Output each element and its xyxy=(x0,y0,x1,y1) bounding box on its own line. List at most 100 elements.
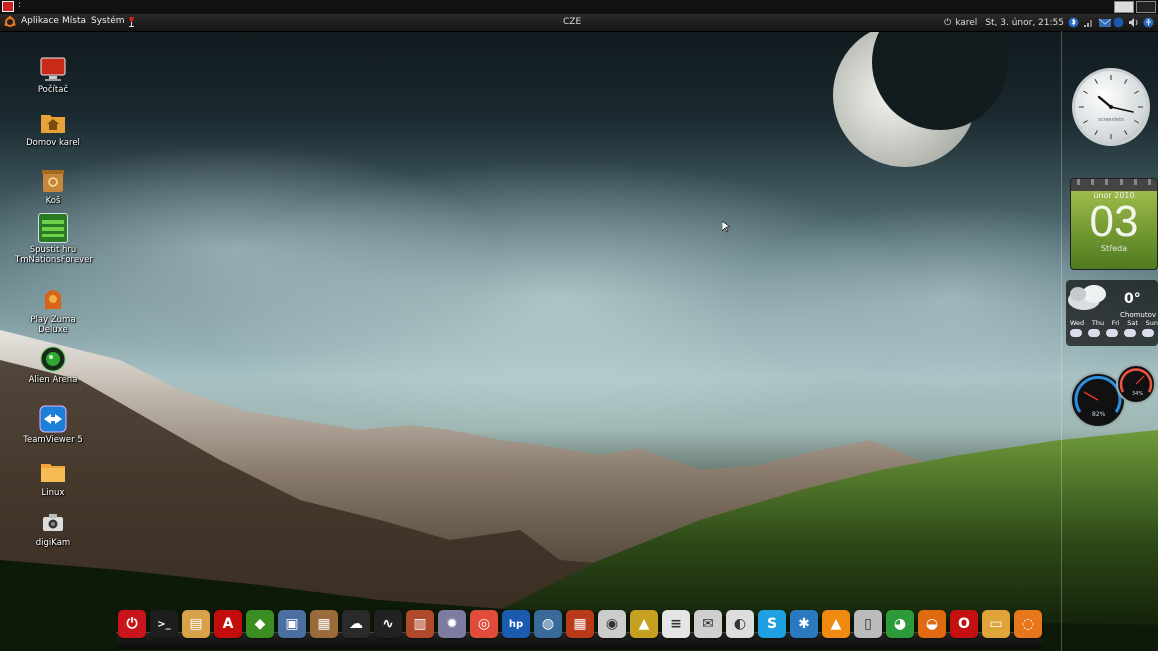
forecast-cloud-icon xyxy=(1106,329,1118,337)
forecast-cloud-icon xyxy=(1088,329,1100,337)
desktop-icon-label: Koš xyxy=(45,196,61,206)
weather-city: Chomutov xyxy=(1120,311,1157,319)
ubuntu-menu-icon[interactable] xyxy=(4,16,16,28)
forecast-day: Sun xyxy=(1145,319,1158,327)
dvd-burner-icon[interactable]: ◉ xyxy=(598,610,626,638)
picasa-icon[interactable]: ◎ xyxy=(470,610,498,638)
teamviewer-icon xyxy=(39,405,67,433)
wallpaper-landscape xyxy=(0,0,1158,651)
menu-places[interactable]: Místa xyxy=(62,16,86,26)
system-monitor-icon[interactable]: ∿ xyxy=(374,610,402,638)
software-center-icon[interactable]: ▥ xyxy=(406,610,434,638)
pdf-reader-icon[interactable]: A xyxy=(214,610,242,638)
computer-icon xyxy=(39,55,67,83)
desktop-icon-label: Spustit hru TmNationsForever xyxy=(15,245,93,265)
clock-brand: screenlets xyxy=(1098,117,1124,123)
home-folder-icon xyxy=(39,108,67,136)
forecast-day: Thu xyxy=(1091,319,1105,327)
window-titlebar: : xyxy=(0,0,1158,14)
chrome-icon[interactable]: ◕ xyxy=(886,610,914,638)
forecast-day: Wed xyxy=(1070,319,1085,327)
bluetooth-icon[interactable] xyxy=(1068,17,1079,28)
clock-face xyxy=(1079,75,1143,139)
desktop-icon-trash[interactable]: Koš xyxy=(15,166,91,206)
volume-icon[interactable] xyxy=(1128,17,1139,28)
app-window-icon[interactable] xyxy=(2,1,14,12)
mouse-pointer-icon xyxy=(721,220,731,236)
forecast-cloud-icon xyxy=(1070,329,1082,337)
calendar-day: 03 xyxy=(1089,197,1139,246)
desktop-icon-label: digiKam xyxy=(35,538,71,548)
game-icon[interactable]: ◆ xyxy=(246,610,274,638)
memory-gauge-value: 34% xyxy=(1132,391,1144,397)
usb-drive-icon[interactable]: ▯ xyxy=(854,610,882,638)
cpu-gauge-value: 82% xyxy=(1092,411,1106,418)
firewall-icon[interactable]: ▦ xyxy=(566,610,594,638)
forecast-cloud-icon xyxy=(1124,329,1136,337)
hp-icon[interactable]: hp xyxy=(502,610,530,638)
keyboard-layout-indicator[interactable]: CZE xyxy=(563,17,581,27)
ubuntu-icon[interactable]: ◌ xyxy=(1014,610,1042,638)
calendar-weekday: Středa xyxy=(1100,244,1128,253)
calendar-screenlet[interactable]: únor 2010 03 Středa xyxy=(1070,178,1158,270)
package-icon[interactable]: ▦ xyxy=(310,610,338,638)
document-icon[interactable]: ≡ xyxy=(662,610,690,638)
weather-temperature: 0° xyxy=(1124,291,1141,307)
opera-icon[interactable]: O xyxy=(950,610,978,638)
desktop-icon-label: Počítač xyxy=(37,85,69,95)
desktop-icon-digikam[interactable]: digiKam xyxy=(15,508,91,548)
weather-forecast: Wed Thu Fri Sat Sun xyxy=(1070,319,1158,327)
mail-notify-icon[interactable] xyxy=(1098,17,1112,28)
desktop-icon-home[interactable]: Domov karel xyxy=(15,108,91,148)
titlebar-separator: : xyxy=(18,0,22,10)
settings-icon[interactable]: ✹ xyxy=(438,610,466,638)
skype-icon[interactable]: S xyxy=(758,610,786,638)
forecast-day: Fri xyxy=(1111,319,1120,327)
power-icon[interactable]: ⏻ xyxy=(944,18,951,28)
desktop-icon-computer[interactable]: Počítač xyxy=(15,55,91,95)
desktop-icon-label: TeamViewer 5 xyxy=(23,435,83,445)
wine-glass-icon[interactable] xyxy=(128,16,135,28)
desktop-icon-label: Linux xyxy=(41,488,65,498)
mail-icon[interactable]: ✉ xyxy=(694,610,722,638)
image-viewer-icon[interactable]: ▤ xyxy=(182,610,210,638)
menu-applications[interactable]: Aplikace xyxy=(21,16,59,26)
shutdown-icon[interactable]: ⏻ xyxy=(118,610,146,638)
bluetooth-status-icon[interactable] xyxy=(1113,17,1124,28)
cloud-icon xyxy=(1068,285,1106,310)
dock: ⏻ >_ ▤ A ◆ ▣ ▦ ☁ ∿ ▥ ✹ ◎ hp ◍ ▦ ◉ ▲ ≡ ✉ ◐ S ✱ ▲ ▯ ◕ ◒ O ▭ ◌ xyxy=(110,606,1048,651)
system-gauges-screenlet[interactable]: 82% 34% xyxy=(1070,364,1158,430)
desktop-icon-label: Alien Arena xyxy=(28,375,78,385)
weather-screenlet[interactable]: 0° Chomutov Wed Thu Fri Sat Sun xyxy=(1066,280,1158,346)
sidebar-divider xyxy=(1061,31,1062,651)
vlc-icon[interactable]: ▲ xyxy=(822,610,850,638)
desktop-icon-label: Domov karel xyxy=(26,138,80,148)
game-icon xyxy=(38,213,68,243)
alien-arena-icon xyxy=(39,345,67,373)
network-signal-icon[interactable] xyxy=(1083,17,1094,28)
network-globe-icon[interactable]: ◍ xyxy=(534,610,562,638)
wine-icon[interactable]: ☁ xyxy=(342,610,370,638)
desktop-icon-trackmania[interactable]: Spustit hru TmNationsForever xyxy=(15,213,93,265)
snowflake-icon[interactable]: ✱ xyxy=(790,610,818,638)
clock-screenlet[interactable]: screenlets xyxy=(1072,68,1150,146)
menu-system[interactable]: Systém xyxy=(91,16,125,26)
desktop-icon-linux[interactable]: Linux xyxy=(15,458,91,498)
screenshot-icon[interactable]: ◐ xyxy=(726,610,754,638)
panel-clock[interactable]: St, 3. únor, 21:55 xyxy=(985,18,1064,28)
close-button[interactable] xyxy=(1136,1,1156,13)
panel-username[interactable]: karel xyxy=(955,18,977,28)
restore-button[interactable] xyxy=(1114,1,1134,13)
forecast-cloud-icon xyxy=(1142,329,1154,337)
firefox-icon[interactable]: ◒ xyxy=(918,610,946,638)
terminal-icon[interactable]: >_ xyxy=(150,610,178,638)
desktop-icon-zuma[interactable]: Play Zuma Deluxe xyxy=(15,285,91,335)
save-disk-icon[interactable]: ▣ xyxy=(278,610,306,638)
home-folder-icon[interactable]: ▭ xyxy=(982,610,1010,638)
accessibility-icon[interactable] xyxy=(1143,17,1154,28)
desktop-icon-label: Play Zuma Deluxe xyxy=(30,315,76,335)
media-app-icon[interactable]: ▲ xyxy=(630,610,658,638)
top-panel: Aplikace Místa Systém CZE ⏻ karel St, 3.… xyxy=(0,14,1158,32)
desktop-icon-teamviewer[interactable]: TeamViewer 5 xyxy=(15,405,91,445)
desktop-icon-alien-arena[interactable]: Alien Arena xyxy=(15,345,91,385)
